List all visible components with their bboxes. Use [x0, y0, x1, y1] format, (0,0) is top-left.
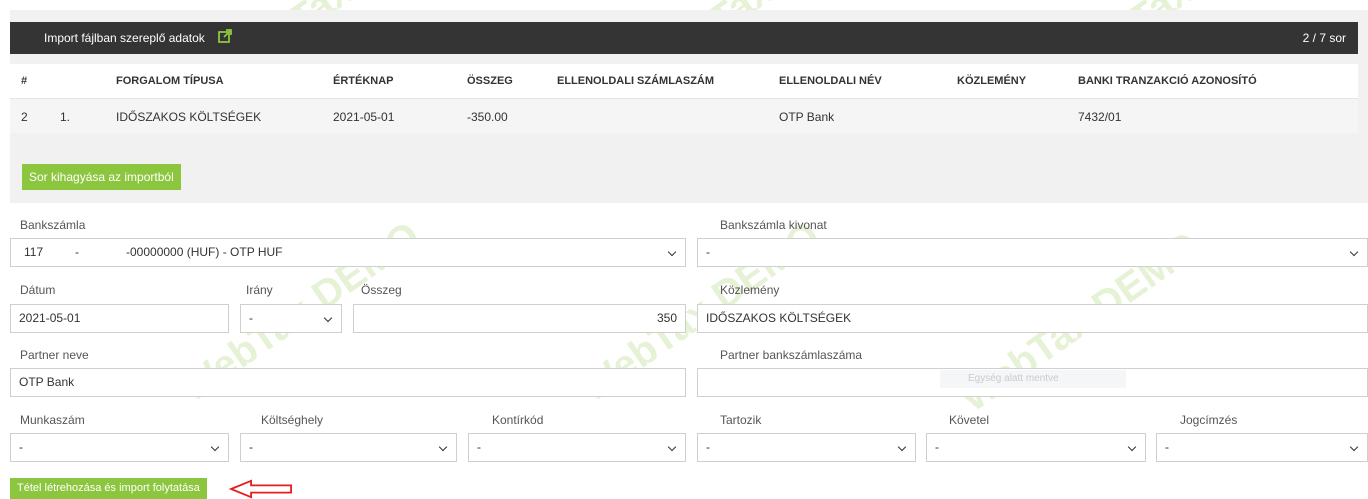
arrow-left-icon	[228, 479, 292, 499]
bank-account-value-c: -00000000 (HUF) - OTP HUF	[126, 245, 283, 259]
row-counter: 2 / 7 sor	[1302, 31, 1346, 45]
date-label: Dátum	[20, 283, 56, 297]
contra-code-select[interactable]: -	[468, 433, 686, 462]
job-number-select[interactable]: -	[10, 433, 229, 462]
debit-select[interactable]: -	[697, 433, 916, 462]
amount-value: 350	[656, 311, 677, 325]
debit-value: -	[706, 440, 710, 454]
partner-name-input[interactable]: OTP Bank	[10, 368, 686, 397]
direction-select[interactable]: -	[240, 304, 342, 333]
row-transaction-id: 7432/01	[1078, 110, 1122, 124]
table-row[interactable]: 2 1. IDŐSZAKOS KÖLTSÉGEK 2021-05-01 -350…	[10, 98, 1358, 133]
cost-center-select[interactable]: -	[240, 433, 457, 462]
partner-name-label: Partner neve	[20, 348, 89, 362]
skip-row-button[interactable]: Sor kihagyása az importból	[22, 164, 181, 190]
partner-name-value: OTP Bank	[19, 375, 75, 389]
row-transaction-type: IDŐSZAKOS KÖLTSÉGEK	[116, 110, 262, 124]
table-header-row: # FORGALOM TÍPUSA ÉRTÉKNAP ÖSSZEG ELLENO…	[10, 64, 1358, 98]
bank-account-value-a: 117	[24, 245, 44, 259]
bank-account-value-b: -	[75, 245, 79, 259]
bank-account-select[interactable]: 117 - -00000000 (HUF) - OTP HUF	[10, 238, 686, 267]
row-value-date: 2021-05-01	[333, 110, 395, 124]
cost-center-label: Költséghely	[261, 413, 324, 427]
contra-code-value: -	[477, 440, 481, 454]
memo-input[interactable]: IDŐSZAKOS KÖLTSÉGEK	[697, 304, 1368, 333]
cost-center-value: -	[249, 440, 253, 454]
bank-account-label: Bankszámla	[20, 218, 86, 232]
memo-label: Közlemény	[720, 283, 780, 297]
import-data-table: # FORGALOM TÍPUSA ÉRTÉKNAP ÖSSZEG ELLENO…	[10, 64, 1358, 133]
column-header: #	[21, 75, 28, 87]
date-input[interactable]: 2021-05-01	[10, 304, 229, 333]
row-number: 1.	[60, 110, 71, 124]
contra-code-label: Kontírkód	[492, 413, 544, 427]
import-data-title: Import fájlban szereplő adatok	[44, 31, 205, 45]
statement-value: -	[706, 245, 710, 259]
partner-account-label: Partner bankszámlaszáma	[720, 348, 863, 362]
column-header: ELLENOLDALI NÉV	[779, 75, 882, 87]
statement-select[interactable]: -	[697, 238, 1368, 267]
amount-label: Összeg	[361, 283, 402, 297]
credit-label: Követel	[949, 413, 990, 427]
credit-select[interactable]: -	[926, 433, 1146, 462]
import-data-header: Import fájlban szereplő adatok 2 / 7 sor	[10, 22, 1358, 54]
column-header: KÖZLEMÉNY	[957, 75, 1027, 87]
direction-value: -	[249, 311, 253, 325]
row-amount: -350.00	[467, 110, 508, 124]
date-value: 2021-05-01	[19, 311, 81, 325]
column-header: ELLENOLDALI SZÁMLASZÁM	[557, 75, 715, 87]
external-link-icon[interactable]	[218, 29, 232, 43]
row-counter-name: OTP Bank	[779, 110, 835, 124]
ghost-hint: Egység alatt mentve	[940, 370, 1126, 388]
title-select[interactable]: -	[1156, 433, 1368, 462]
statement-label: Bankszámla kivonat	[720, 218, 827, 232]
column-header: FORGALOM TÍPUSA	[116, 75, 224, 87]
create-and-continue-button[interactable]: Tétel létrehozása és import folytatása	[10, 478, 207, 499]
column-header: ÉRTÉKNAP	[333, 75, 394, 87]
column-header: ÖSSZEG	[467, 75, 513, 87]
debit-label: Tartozik	[720, 413, 762, 427]
title-value: -	[1165, 440, 1169, 454]
credit-value: -	[935, 440, 939, 454]
job-number-label: Munkaszám	[20, 413, 85, 427]
memo-value: IDŐSZAKOS KÖLTSÉGEK	[706, 311, 852, 325]
column-header: BANKI TRANZAKCIÓ AZONOSÍTÓ	[1078, 75, 1257, 87]
title-label: Jogcímzés	[1180, 413, 1238, 427]
direction-label: Irány	[246, 283, 273, 297]
amount-input[interactable]: 350	[353, 304, 686, 333]
job-number-value: -	[19, 440, 23, 454]
row-index: 2	[21, 110, 28, 124]
